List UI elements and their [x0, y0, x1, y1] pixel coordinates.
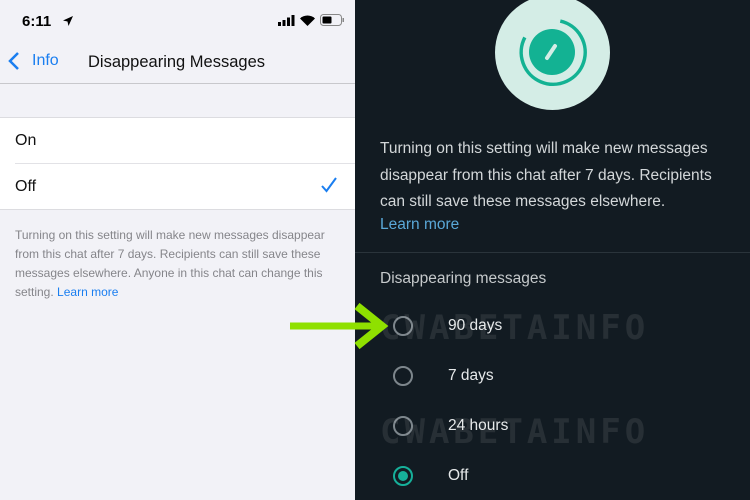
location-arrow-icon: [62, 14, 74, 32]
chevron-left-icon: [8, 52, 19, 70]
option-label: Off: [15, 178, 37, 195]
back-button[interactable]: Info: [8, 52, 59, 70]
ios-screen: 6:11 Info Disappearing Messages On Off T…: [0, 0, 355, 500]
option-label: On: [15, 131, 37, 149]
signal-icon: [278, 14, 295, 26]
option-off[interactable]: Off: [15, 164, 355, 210]
wifi-icon: [300, 15, 315, 26]
green-arrow-icon: [290, 302, 389, 350]
description-text: Turning on this setting will make new me…: [380, 140, 712, 210]
option-off[interactable]: Off: [393, 456, 733, 496]
radio-button-selected[interactable]: [393, 466, 413, 486]
watermark: CWABETAINFO: [380, 412, 650, 452]
navigation-bar: Info Disappearing Messages: [0, 40, 355, 84]
learn-more-link[interactable]: Learn more: [57, 285, 118, 299]
status-icons: [278, 14, 344, 26]
back-label: Info: [32, 52, 59, 69]
page-title: Disappearing Messages: [88, 53, 266, 71]
watermark: CWABETAINFO: [380, 308, 650, 348]
timer-icon: [519, 19, 587, 87]
option-label: Off: [448, 467, 469, 484]
checkmark-icon: [321, 177, 337, 193]
footer-text: Turning on this setting will make new me…: [15, 226, 345, 302]
battery-icon: [320, 14, 344, 26]
timer-illustration: [495, 0, 610, 110]
option-7-days[interactable]: 7 days: [393, 356, 733, 396]
option-label: 7 days: [448, 367, 494, 384]
options-list: On Off: [0, 117, 355, 210]
learn-more-link[interactable]: Learn more: [380, 216, 459, 234]
option-on[interactable]: On: [15, 118, 355, 164]
radio-button[interactable]: [393, 366, 413, 386]
divider: [355, 252, 750, 253]
section-title: Disappearing messages: [380, 270, 547, 287]
status-time: 6:11: [22, 13, 52, 30]
